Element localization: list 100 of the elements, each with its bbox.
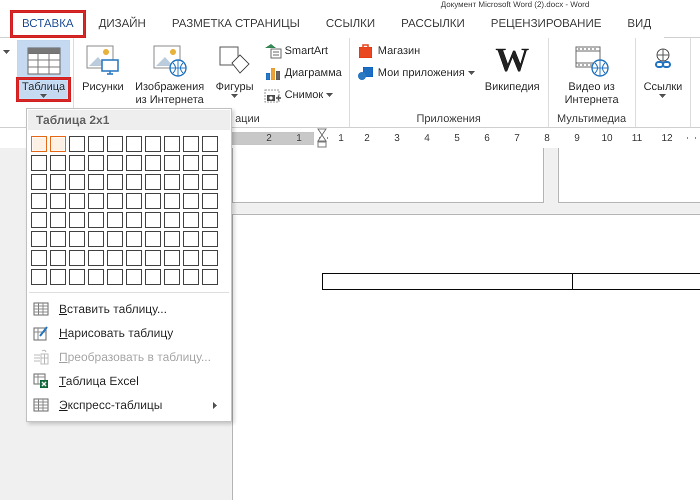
grid-cell[interactable]: [31, 193, 47, 209]
grid-cell[interactable]: [183, 231, 199, 247]
grid-cell[interactable]: [31, 174, 47, 190]
grid-cell[interactable]: [164, 174, 180, 190]
ribbon-button[interactable]: SmartArt: [262, 42, 343, 60]
grid-cell[interactable]: [50, 250, 66, 266]
grid-cell[interactable]: [88, 193, 104, 209]
grid-cell[interactable]: [107, 250, 123, 266]
ribbon-button[interactable]: Рисунки: [77, 40, 129, 97]
grid-cell[interactable]: [50, 193, 66, 209]
ribbon-button[interactable]: Магазин: [356, 42, 476, 60]
grid-cell[interactable]: [126, 193, 142, 209]
grid-cell[interactable]: [50, 231, 66, 247]
grid-cell[interactable]: [202, 250, 218, 266]
grid-cell[interactable]: [202, 136, 218, 152]
grid-cell[interactable]: [145, 174, 161, 190]
group-label: ации: [235, 113, 260, 125]
grid-cell[interactable]: [69, 155, 85, 171]
grid-cell[interactable]: [31, 231, 47, 247]
grid-cell[interactable]: [69, 231, 85, 247]
grid-cell[interactable]: [126, 155, 142, 171]
grid-cell[interactable]: [69, 136, 85, 152]
grid-cell[interactable]: [126, 136, 142, 152]
grid-cell[interactable]: [50, 269, 66, 285]
grid-cell[interactable]: [69, 193, 85, 209]
menu-item[interactable]: Таблица Excel: [27, 369, 231, 393]
grid-cell[interactable]: [183, 155, 199, 171]
grid-cell[interactable]: [126, 250, 142, 266]
grid-cell[interactable]: [164, 212, 180, 228]
grid-cell[interactable]: [183, 250, 199, 266]
grid-cell[interactable]: [69, 174, 85, 190]
grid-cell[interactable]: [164, 231, 180, 247]
grid-cell[interactable]: [107, 155, 123, 171]
ribbon-button[interactable]: Мои приложения: [356, 64, 476, 82]
grid-cell[interactable]: [202, 231, 218, 247]
ribbon-tab[interactable]: ДИЗАЙН: [86, 10, 159, 38]
ribbon-button[interactable]: Фигуры: [210, 40, 259, 101]
menu-item[interactable]: Нарисовать таблицу: [27, 321, 231, 345]
grid-cell[interactable]: [69, 212, 85, 228]
grid-cell[interactable]: [107, 269, 123, 285]
grid-cell[interactable]: [88, 231, 104, 247]
grid-cell[interactable]: [183, 174, 199, 190]
grid-cell[interactable]: [202, 174, 218, 190]
grid-cell[interactable]: [69, 250, 85, 266]
grid-cell[interactable]: [126, 231, 142, 247]
grid-cell[interactable]: [202, 193, 218, 209]
grid-cell[interactable]: [69, 269, 85, 285]
grid-cell[interactable]: [31, 155, 47, 171]
ribbon-button[interactable]: Диаграмма: [262, 64, 343, 82]
indent-marker-icon[interactable]: [316, 128, 328, 148]
grid-cell[interactable]: [107, 212, 123, 228]
grid-cell[interactable]: [145, 269, 161, 285]
grid-cell[interactable]: [145, 250, 161, 266]
grid-cell[interactable]: [183, 212, 199, 228]
grid-cell[interactable]: [50, 136, 66, 152]
ribbon-button[interactable]: Таблица: [17, 40, 70, 101]
grid-cell[interactable]: [145, 136, 161, 152]
grid-cell[interactable]: [145, 193, 161, 209]
grid-cell[interactable]: [183, 269, 199, 285]
grid-cell[interactable]: [88, 174, 104, 190]
grid-cell[interactable]: [88, 136, 104, 152]
table-icon: [33, 398, 49, 412]
grid-cell[interactable]: [126, 174, 142, 190]
grid-cell[interactable]: [31, 269, 47, 285]
grid-cell[interactable]: [183, 136, 199, 152]
grid-cell[interactable]: [164, 193, 180, 209]
ribbon-button[interactable]: Видео из Интернета: [552, 40, 632, 110]
grid-cell[interactable]: [50, 174, 66, 190]
grid-cell[interactable]: [183, 193, 199, 209]
grid-cell[interactable]: [31, 212, 47, 228]
grid-cell[interactable]: [164, 250, 180, 266]
grid-cell[interactable]: [31, 250, 47, 266]
ribbon-tab[interactable]: ВСТАВКА: [10, 10, 86, 38]
grid-cell[interactable]: [145, 231, 161, 247]
grid-cell[interactable]: [107, 231, 123, 247]
grid-cell[interactable]: [164, 155, 180, 171]
menu-item[interactable]: Вставить таблицу...: [27, 297, 231, 321]
grid-cell[interactable]: [202, 155, 218, 171]
grid-cell[interactable]: [126, 212, 142, 228]
grid-cell[interactable]: [50, 155, 66, 171]
grid-cell[interactable]: [202, 269, 218, 285]
menu-item[interactable]: Экспресс-таблицы: [27, 393, 231, 417]
ribbon-button[interactable]: W Википедия: [480, 40, 545, 97]
grid-cell[interactable]: [145, 212, 161, 228]
grid-cell[interactable]: [50, 212, 66, 228]
ribbon-button[interactable]: Ссылки: [638, 40, 688, 101]
grid-cell[interactable]: [88, 250, 104, 266]
grid-cell[interactable]: [31, 136, 47, 152]
grid-cell[interactable]: [107, 136, 123, 152]
grid-cell[interactable]: [88, 269, 104, 285]
grid-cell[interactable]: [145, 155, 161, 171]
grid-cell[interactable]: [164, 269, 180, 285]
grid-cell[interactable]: [202, 212, 218, 228]
grid-cell[interactable]: [107, 174, 123, 190]
grid-cell[interactable]: [88, 212, 104, 228]
grid-cell[interactable]: [164, 136, 180, 152]
grid-cell[interactable]: [88, 155, 104, 171]
ribbon-button[interactable]: Снимок: [262, 86, 343, 104]
grid-cell[interactable]: [107, 193, 123, 209]
grid-cell[interactable]: [126, 269, 142, 285]
